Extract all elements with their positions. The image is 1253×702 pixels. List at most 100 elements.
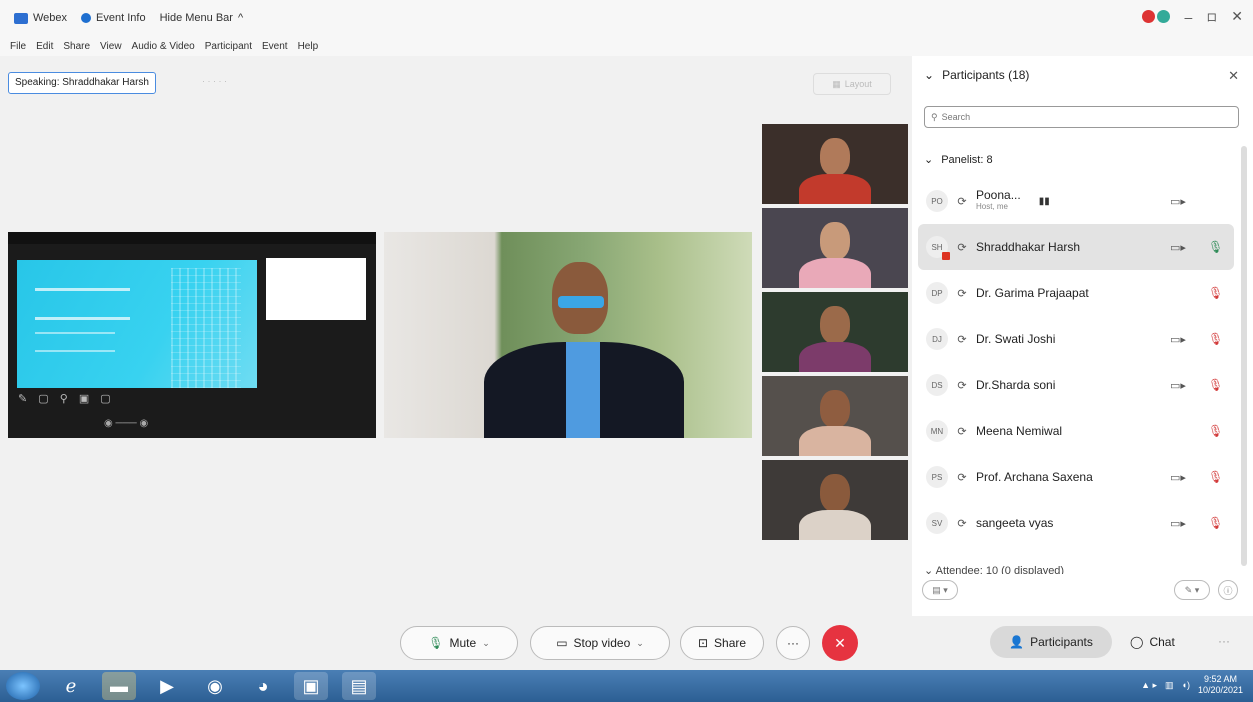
event-info-button[interactable]: Event Info <box>81 12 146 24</box>
more-options-button[interactable]: ··· <box>776 626 810 660</box>
windows-taskbar: ℯ ▬ ▶ ◉ ◕ ▣ ▤ ▲ ▸ ▥ ◖) 9:52 AM 10/20/202… <box>0 670 1253 702</box>
audio-connection-icon: ⟳ <box>957 333 967 346</box>
file-explorer-icon[interactable]: ▬ <box>102 672 136 700</box>
thumbnail-torso <box>799 510 871 540</box>
menu-event[interactable]: Event <box>262 41 288 52</box>
close-window-button[interactable]: ✕ <box>1231 8 1243 25</box>
participant-name: Dr. Garima Prajaapat <box>976 286 1089 300</box>
slide-title-text <box>35 288 130 320</box>
title-bar: Webex Event Info Hide Menu Bar ^ – ロ ✕ <box>0 0 1253 36</box>
tray-arrows-icon[interactable]: ▲ ▸ <box>1141 680 1157 691</box>
video-camera-icon: ▭▸ <box>1170 241 1186 254</box>
participant-name-block: Poona... Host, me <box>976 188 1021 212</box>
media-player-icon[interactable]: ▶ <box>150 672 184 700</box>
participant-row[interactable]: DP ⟳ Dr. Garima Prajaapat 🎙 <box>918 270 1234 316</box>
mute-label: Mute <box>449 636 477 650</box>
thumbnail-torso <box>799 258 871 288</box>
chat-label: Chat <box>1149 635 1175 649</box>
notes-app-icon[interactable]: ▤ <box>342 672 376 700</box>
participant-list-scrollbar[interactable] <box>1241 146 1247 566</box>
participant-row[interactable]: DS ⟳ Dr.Sharda soni ▭▸ 🎙 <box>918 362 1234 408</box>
microphone-muted-icon[interactable]: 🎙 <box>1208 332 1223 346</box>
panelist-section-header[interactable]: ⌄ Panelist: 8 <box>924 153 993 167</box>
thumbnail-torso <box>799 174 871 204</box>
stop-video-button[interactable]: ▭ Stop video ⌄ <box>530 626 670 660</box>
participant-row[interactable]: DJ ⟳ Dr. Swati Joshi ▭▸ 🎙 <box>918 316 1234 362</box>
overflow-button[interactable]: ··· <box>1218 634 1230 648</box>
start-button[interactable] <box>6 672 40 700</box>
participants-label: Participants <box>1030 635 1093 649</box>
participant-search-input[interactable]: ⚲ Search <box>924 106 1239 128</box>
microphone-icon[interactable]: 🎙 <box>1208 240 1223 254</box>
panelist-section-label: Panelist: 8 <box>941 153 993 166</box>
audio-connection-icon: ⟳ <box>957 379 967 392</box>
reactions-button[interactable]: ✎ ▾ <box>1174 580 1210 600</box>
video-camera-icon: ▭▸ <box>1170 195 1186 208</box>
participant-row[interactable]: SH ⟳ Shraddhakar Harsh ▭▸ 🎙 <box>918 224 1234 270</box>
avatar: DJ <box>926 328 948 350</box>
participants-panel-title: Participants (18) <box>942 68 1030 82</box>
participants-button[interactable]: 👤 Participants <box>990 626 1112 658</box>
meeting-controls: 🎙 Mute ⌄ ▭ Stop video ⌄ ⊡ Share ··· ✕ 👤 … <box>0 616 1253 670</box>
speaker-shirt <box>566 342 600 438</box>
menu-file[interactable]: File <box>10 41 26 52</box>
hide-menu-bar-button[interactable]: Hide Menu Bar ^ <box>160 12 244 24</box>
participant-video-thumbnail[interactable] <box>762 208 908 288</box>
participant-row[interactable]: PO ⟳ Poona... Host, me ▮▮ ▭▸ <box>918 178 1234 224</box>
end-call-button[interactable]: ✕ <box>822 625 858 661</box>
microphone-muted-icon[interactable]: 🎙 <box>1208 470 1223 484</box>
firefox-icon[interactable]: ◕ <box>246 672 280 700</box>
participant-name: Poona... <box>976 188 1021 202</box>
chrome-icon[interactable]: ◉ <box>198 672 232 700</box>
participant-video-thumbnail[interactable] <box>762 376 908 456</box>
panel-view-options-button[interactable]: ▤ ▾ <box>922 580 958 600</box>
webex-app-menu[interactable]: Webex <box>14 12 67 24</box>
thumbnail-face <box>820 474 850 512</box>
maximize-button[interactable]: ロ <box>1206 9 1217 25</box>
video-camera-icon: ▭▸ <box>1170 517 1186 530</box>
microphone-muted-icon[interactable]: 🎙 <box>1208 378 1223 392</box>
attendee-section-header[interactable]: ⌄ Attendee: 10 (0 displayed) <box>924 564 1144 574</box>
menu-participant[interactable]: Participant <box>205 41 252 52</box>
webex-taskbar-icon[interactable]: ▣ <box>294 672 328 700</box>
participant-video-thumbnail[interactable] <box>762 124 908 204</box>
menu-edit[interactable]: Edit <box>36 41 53 52</box>
mute-button[interactable]: 🎙 Mute ⌄ <box>400 626 518 660</box>
participants-panel-header[interactable]: ⌄ Participants (18) <box>924 68 1029 82</box>
participant-row[interactable]: MN ⟳ Meena Nemiwal 🎙 <box>918 408 1234 454</box>
participant-row[interactable]: SV ⟳ sangeeta vyas ▭▸ 🎙 <box>918 500 1234 546</box>
participant-video-thumbnail[interactable] <box>762 460 908 540</box>
menu-share[interactable]: Share <box>63 41 90 52</box>
panel-more-button[interactable]: ⓘ <box>1218 580 1238 600</box>
speaker-glasses <box>558 296 604 308</box>
menu-help[interactable]: Help <box>298 41 319 52</box>
microphone-muted-icon[interactable]: 🎙 <box>1208 424 1223 438</box>
minimize-button[interactable]: – <box>1184 9 1192 25</box>
network-icon[interactable]: ▥ <box>1165 680 1174 691</box>
avatar: PO <box>926 190 948 212</box>
share-label: Share <box>714 636 747 650</box>
layout-button[interactable]: ▦ Layout <box>813 73 891 95</box>
menu-audio-video[interactable]: Audio & Video <box>132 41 195 52</box>
chat-button[interactable]: ◯ Chat <box>1130 626 1175 658</box>
chevron-down-icon: ⌄ <box>636 637 644 648</box>
share-button[interactable]: ⊡ Share <box>680 626 764 660</box>
microphone-muted-icon[interactable]: 🎙 <box>1208 516 1223 530</box>
close-panel-button[interactable]: ✕ <box>1228 68 1239 84</box>
menu-view[interactable]: View <box>100 41 122 52</box>
volume-icon[interactable]: ◖) <box>1182 680 1190 690</box>
active-speaker-video[interactable] <box>384 232 752 438</box>
avatar: MN <box>926 420 948 442</box>
participant-video-thumbnail[interactable] <box>762 292 908 372</box>
chevron-down-icon: ⌄ <box>482 637 490 648</box>
microphone-muted-icon[interactable]: 🎙 <box>1208 286 1223 300</box>
chevron-down-icon: ⌄ <box>924 565 934 574</box>
internet-explorer-icon[interactable]: ℯ <box>54 672 88 700</box>
shared-screen-video[interactable]: ✎ ▢ ⚲ ▣ ▢ ◉ ─── ◉ <box>8 232 376 438</box>
microphone-icon: 🎙 <box>428 636 444 650</box>
chevron-down-icon: ⌄ <box>924 68 935 82</box>
video-camera-icon: ▭▸ <box>1170 379 1186 392</box>
speaking-indicator-ghost: · · · · · <box>202 76 227 86</box>
participant-row[interactable]: PS ⟳ Prof. Archana Saxena ▭▸ 🎙 <box>918 454 1234 500</box>
clock[interactable]: 9:52 AM 10/20/2021 <box>1198 674 1243 696</box>
